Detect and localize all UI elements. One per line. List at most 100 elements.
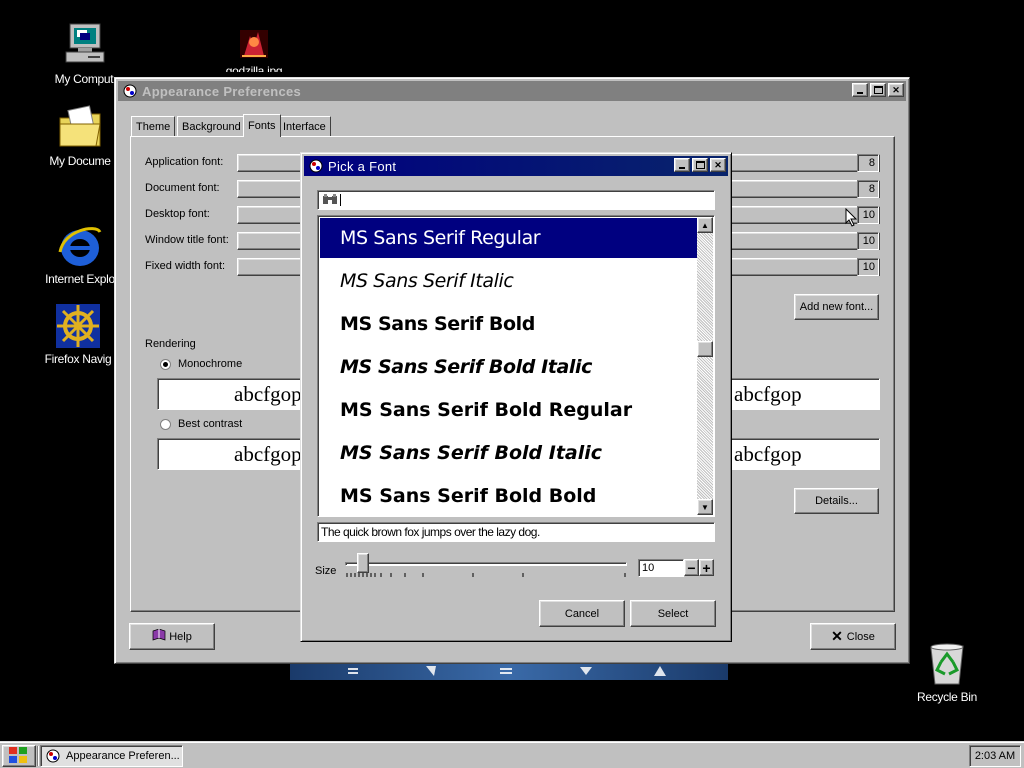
minimize-icon [679, 167, 685, 169]
font-size-value: 10 [857, 258, 879, 276]
pick-a-font-dialog: Pick a Font ✕ MS Sans Serif Regular MS Sa… [300, 152, 732, 642]
close-button[interactable]: ✕ Close [810, 623, 896, 650]
desktop-icon-internet-explorer[interactable]: Internet Explo [40, 222, 120, 286]
desktop-icon-my-documents[interactable]: My Docume [40, 104, 120, 168]
preview-sample-right: abcfgop [734, 382, 802, 406]
dialog-minimize-button[interactable] [674, 158, 690, 172]
font-row-label: Window title font: [145, 234, 229, 246]
radio-label: Best contrast [178, 418, 243, 430]
button-label: Select [657, 607, 689, 620]
maximize-icon [695, 161, 705, 169]
dialog-title-bar[interactable]: Pick a Font ✕ [304, 156, 728, 176]
desktop-icon-label: Internet Explo [45, 272, 115, 286]
select-button[interactable]: Select [630, 600, 716, 627]
font-row-label: Application font: [145, 156, 224, 168]
internet-explorer-icon [56, 222, 104, 270]
ship-wheel-icon [54, 302, 102, 350]
font-list-item[interactable]: MS Sans Serif Italic [320, 261, 699, 301]
slider-track [345, 562, 627, 566]
radio-best-contrast[interactable]: Best contrast [160, 418, 242, 430]
tab-fonts[interactable]: Fonts [243, 114, 281, 137]
desktop-icon-firefox-navigator[interactable]: Firefox Navig [38, 302, 118, 366]
font-list-item[interactable]: MS Sans Serif Bold Bold [320, 476, 699, 516]
window-title: Appearance Preferences [142, 83, 302, 99]
dialog-title: Pick a Font [328, 158, 397, 174]
button-label: Cancel [564, 607, 600, 620]
button-label: Details... [815, 495, 858, 507]
desktop-icon-label: Firefox Navig [44, 352, 112, 366]
maximize-button[interactable] [870, 83, 886, 97]
mouse-pointer-icon [845, 208, 858, 227]
minimize-icon [857, 92, 863, 94]
font-size-value: 8 [857, 180, 879, 198]
taskbar: Appearance Preferen... 2:03 AM [0, 741, 1024, 768]
system-tray-clock[interactable]: 2:03 AM [969, 745, 1021, 767]
font-list-item[interactable]: MS Sans Serif Bold Italic [320, 347, 699, 387]
font-list-item[interactable]: MS Sans Serif Bold [320, 304, 699, 344]
start-button[interactable] [2, 745, 36, 767]
close-icon: ✕ [892, 84, 900, 95]
plus-icon: + [702, 559, 711, 576]
font-size-value: 8 [857, 154, 879, 172]
scroll-down-button[interactable]: ▼ [697, 499, 713, 515]
size-label: Size [315, 565, 337, 577]
background-window-strip [290, 662, 728, 680]
dialog-maximize-button[interactable] [692, 158, 708, 172]
cancel-button[interactable]: Cancel [539, 600, 625, 627]
radio-selected-icon [160, 358, 171, 370]
font-list-item[interactable]: MS Sans Serif Regular [320, 218, 699, 258]
task-label: Appearance Preferen... [66, 750, 180, 762]
font-list-scrollbar[interactable]: ▲ ▼ [697, 217, 713, 515]
font-row-label: Document font: [145, 182, 220, 194]
binoculars-icon [322, 193, 338, 208]
clock-text: 2:03 AM [974, 750, 1016, 762]
font-preview-field: The quick brown fox jumps over the lazy … [317, 522, 715, 542]
scroll-thumb[interactable] [697, 341, 713, 357]
maximize-icon [873, 86, 883, 94]
help-button[interactable]: Help [129, 623, 215, 650]
font-row-label: Fixed width font: [145, 260, 226, 272]
scroll-up-button[interactable]: ▲ [697, 217, 713, 233]
font-list[interactable]: MS Sans Serif Regular MS Sans Serif Itali… [317, 215, 715, 517]
tab-background[interactable]: Background [177, 116, 246, 136]
app-icon [122, 83, 138, 99]
size-value-field[interactable]: 10 [638, 559, 684, 577]
size-decrement-button[interactable]: − [684, 559, 699, 576]
minimize-button[interactable] [852, 83, 868, 97]
font-list-item[interactable]: MS Sans Serif Bold Regular [320, 390, 699, 430]
button-label: Help [169, 630, 192, 643]
tab-interface[interactable]: Interface [278, 116, 331, 136]
button-label: Add new font... [799, 301, 874, 313]
desktop-icon-my-computer[interactable]: My Comput [44, 22, 124, 86]
taskbar-separator [37, 746, 39, 766]
size-value: 10 [642, 562, 655, 574]
minus-icon: − [687, 559, 696, 576]
slider-ticks [346, 573, 626, 577]
close-icon: ✕ [714, 159, 722, 170]
close-x-icon: ✕ [831, 628, 843, 644]
recycle-bin-icon [923, 640, 971, 688]
desktop-icon-label: godzilla.jpg [225, 64, 283, 72]
taskbar-task-appearance-preferences[interactable]: Appearance Preferen... [40, 745, 183, 767]
size-slider[interactable] [345, 553, 631, 579]
slider-thumb[interactable] [357, 553, 369, 573]
radio-label: Monochrome [178, 358, 243, 370]
dialog-close-button[interactable]: ✕ [710, 158, 726, 172]
size-increment-button[interactable]: + [699, 559, 714, 576]
radio-monochrome[interactable]: Monochrome [160, 358, 242, 370]
details-button[interactable]: Details... [794, 488, 879, 514]
font-list-item[interactable]: MS Sans Serif Bold Italic [320, 433, 699, 473]
tab-theme[interactable]: Theme [131, 116, 176, 136]
task-app-icon [45, 748, 61, 764]
desktop-icon-godzilla[interactable]: godzilla.jpg [214, 26, 294, 72]
font-size-value: 10 [857, 232, 879, 250]
window-title-bar[interactable]: Appearance Preferences ✕ [118, 81, 906, 101]
desktop-icon-recycle-bin[interactable]: Recycle Bin [905, 640, 989, 704]
computer-icon [60, 22, 108, 70]
tab-label: Background [182, 120, 241, 133]
close-window-button[interactable]: ✕ [888, 83, 904, 97]
rendering-label: Rendering [145, 338, 196, 350]
font-search-field[interactable] [317, 190, 715, 210]
preview-text: The quick brown fox jumps over the lazy … [321, 525, 540, 539]
add-new-font-button[interactable]: Add new font... [794, 294, 879, 320]
